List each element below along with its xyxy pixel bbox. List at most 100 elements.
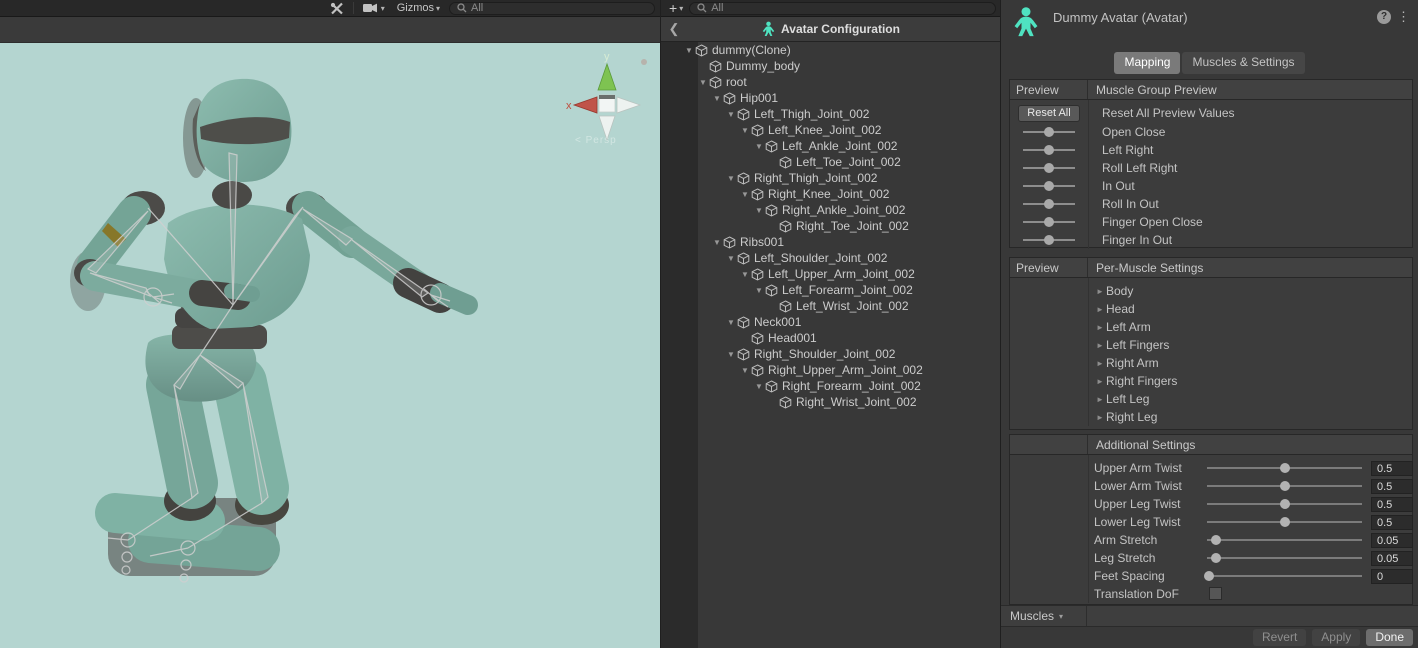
slider-thumb[interactable] — [1044, 217, 1054, 227]
foldout-arrow-icon[interactable]: ► — [1096, 323, 1106, 332]
tools-button[interactable] — [327, 1, 347, 16]
slider-thumb[interactable] — [1279, 481, 1290, 491]
kebab-menu-icon[interactable]: ⋮ — [1397, 9, 1410, 25]
tree-item[interactable]: ▼ Ribs001 — [661, 234, 1000, 250]
muscle-group-row[interactable]: ► Head — [1010, 300, 1412, 318]
muscle-group-row[interactable]: ► Left Fingers — [1010, 336, 1412, 354]
gizmos-dropdown[interactable]: Gizmos ▾ — [394, 1, 443, 16]
done-button[interactable]: Done — [1366, 629, 1413, 646]
setting-value-field[interactable]: 0.5 — [1371, 478, 1413, 494]
slider-thumb[interactable] — [1044, 235, 1054, 245]
help-icon[interactable]: ? — [1377, 10, 1391, 24]
expand-arrow-icon[interactable]: ▼ — [753, 142, 765, 151]
tab-mapping[interactable]: Mapping — [1114, 52, 1181, 74]
muscle-group-row[interactable]: ► Right Arm — [1010, 354, 1412, 372]
tab-muscles-settings[interactable]: Muscles & Settings — [1182, 52, 1305, 74]
reset-all-button[interactable]: Reset All — [1018, 104, 1080, 122]
slider-thumb[interactable] — [1279, 463, 1290, 473]
setting-value-field[interactable]: 0.5 — [1371, 496, 1413, 512]
muscle-preview-slider[interactable] — [1023, 125, 1075, 139]
slider-thumb[interactable] — [1211, 535, 1222, 545]
camera-view-button[interactable]: ▾ — [360, 1, 388, 16]
foldout-arrow-icon[interactable]: ► — [1096, 341, 1106, 350]
setting-slider[interactable] — [1203, 569, 1362, 583]
tree-item[interactable]: Right_Toe_Joint_002 — [661, 218, 1000, 234]
tree-item[interactable]: Dummy_body — [661, 58, 1000, 74]
foldout-arrow-icon[interactable]: ► — [1096, 377, 1106, 386]
expand-arrow-icon[interactable]: ▼ — [725, 318, 737, 327]
foldout-arrow-icon[interactable]: ► — [1096, 287, 1106, 296]
expand-arrow-icon[interactable]: ▼ — [739, 126, 751, 135]
tree-item[interactable]: ▼ Left_Thigh_Joint_002 — [661, 106, 1000, 122]
setting-value-field[interactable]: 0.5 — [1371, 460, 1413, 476]
tree-item[interactable]: ▼ Left_Forearm_Joint_002 — [661, 282, 1000, 298]
perspective-label[interactable]: < Persp — [575, 135, 617, 146]
tree-item[interactable]: ▼ Right_Knee_Joint_002 — [661, 186, 1000, 202]
expand-arrow-icon[interactable]: ▼ — [753, 382, 765, 391]
tree-item[interactable]: ▼ Neck001 — [661, 314, 1000, 330]
tree-item[interactable]: ▼ root — [661, 74, 1000, 90]
scene-search-input[interactable]: All — [449, 1, 655, 15]
tree-item[interactable]: ▼ Right_Upper_Arm_Joint_002 — [661, 362, 1000, 378]
setting-value-field[interactable]: 0.5 — [1371, 514, 1413, 530]
expand-arrow-icon[interactable]: ▼ — [683, 46, 695, 55]
setting-slider[interactable] — [1207, 497, 1362, 511]
tree-item[interactable]: ▼ Left_Ankle_Joint_002 — [661, 138, 1000, 154]
expand-arrow-icon[interactable]: ▼ — [753, 286, 765, 295]
foldout-arrow-icon[interactable]: ► — [1096, 359, 1106, 368]
expand-arrow-icon[interactable]: ▼ — [711, 94, 723, 103]
tree-item[interactable]: Right_Wrist_Joint_002 — [661, 394, 1000, 410]
expand-arrow-icon[interactable]: ▼ — [725, 254, 737, 263]
setting-value-field[interactable]: 0.05 — [1371, 550, 1413, 566]
muscle-preview-slider[interactable] — [1023, 233, 1075, 247]
expand-arrow-icon[interactable]: ▼ — [697, 78, 709, 87]
expand-arrow-icon[interactable]: ▼ — [739, 190, 751, 199]
slider-thumb[interactable] — [1044, 145, 1054, 155]
slider-thumb[interactable] — [1044, 181, 1054, 191]
muscles-dropdown[interactable]: Muscles ▾ — [1001, 606, 1087, 626]
expand-arrow-icon[interactable]: ▼ — [725, 350, 737, 359]
slider-thumb[interactable] — [1279, 499, 1290, 509]
back-chevron-icon[interactable]: ❮ — [661, 21, 687, 37]
axis-y-cone[interactable] — [597, 62, 617, 91]
muscle-group-row[interactable]: ► Right Fingers — [1010, 372, 1412, 390]
muscle-preview-slider[interactable] — [1023, 179, 1075, 193]
muscle-preview-slider[interactable] — [1023, 143, 1075, 157]
tree-item[interactable]: ▼ Left_Shoulder_Joint_002 — [661, 250, 1000, 266]
slider-thumb[interactable] — [1279, 517, 1290, 527]
foldout-arrow-icon[interactable]: ► — [1096, 395, 1106, 404]
muscle-preview-slider[interactable] — [1023, 161, 1075, 175]
tree-item[interactable]: Left_Toe_Joint_002 — [661, 154, 1000, 170]
scene-viewport[interactable]: y x < Persp — [0, 43, 660, 648]
slider-thumb[interactable] — [1203, 571, 1214, 581]
setting-slider[interactable] — [1207, 479, 1362, 493]
muscle-preview-slider[interactable] — [1023, 215, 1075, 229]
setting-slider[interactable] — [1207, 515, 1362, 529]
tree-item[interactable]: Left_Wrist_Joint_002 — [661, 298, 1000, 314]
muscle-group-row[interactable]: ► Body — [1010, 282, 1412, 300]
slider-thumb[interactable] — [1044, 163, 1054, 173]
slider-thumb[interactable] — [1211, 553, 1222, 563]
expand-arrow-icon[interactable]: ▼ — [725, 110, 737, 119]
expand-arrow-icon[interactable]: ▼ — [711, 238, 723, 247]
axis-x-cone[interactable] — [572, 96, 598, 114]
expand-arrow-icon[interactable]: ▼ — [725, 174, 737, 183]
expand-arrow-icon[interactable]: ▼ — [739, 366, 751, 375]
tree-item[interactable]: Head001 — [661, 330, 1000, 346]
tree-item[interactable]: ▼ Hip001 — [661, 90, 1000, 106]
setting-slider[interactable] — [1207, 551, 1362, 565]
foldout-arrow-icon[interactable]: ► — [1096, 413, 1106, 422]
muscle-preview-slider[interactable] — [1023, 197, 1075, 211]
tree-item[interactable]: ▼ Right_Forearm_Joint_002 — [661, 378, 1000, 394]
slider-thumb[interactable] — [1044, 127, 1054, 137]
axis-neg-cone-right[interactable] — [616, 96, 642, 114]
muscle-group-row[interactable]: ► Left Leg — [1010, 390, 1412, 408]
setting-slider[interactable] — [1207, 533, 1362, 547]
setting-value-field[interactable]: 0 — [1371, 568, 1413, 584]
tree-item[interactable]: ▼ Left_Upper_Arm_Joint_002 — [661, 266, 1000, 282]
setting-slider[interactable] — [1207, 461, 1362, 475]
muscle-group-row[interactable]: ► Right Leg — [1010, 408, 1412, 426]
tree-item[interactable]: ▼ dummy(Clone) — [661, 42, 1000, 58]
hierarchy-search-input[interactable]: All — [689, 1, 996, 15]
slider-thumb[interactable] — [1044, 199, 1054, 209]
